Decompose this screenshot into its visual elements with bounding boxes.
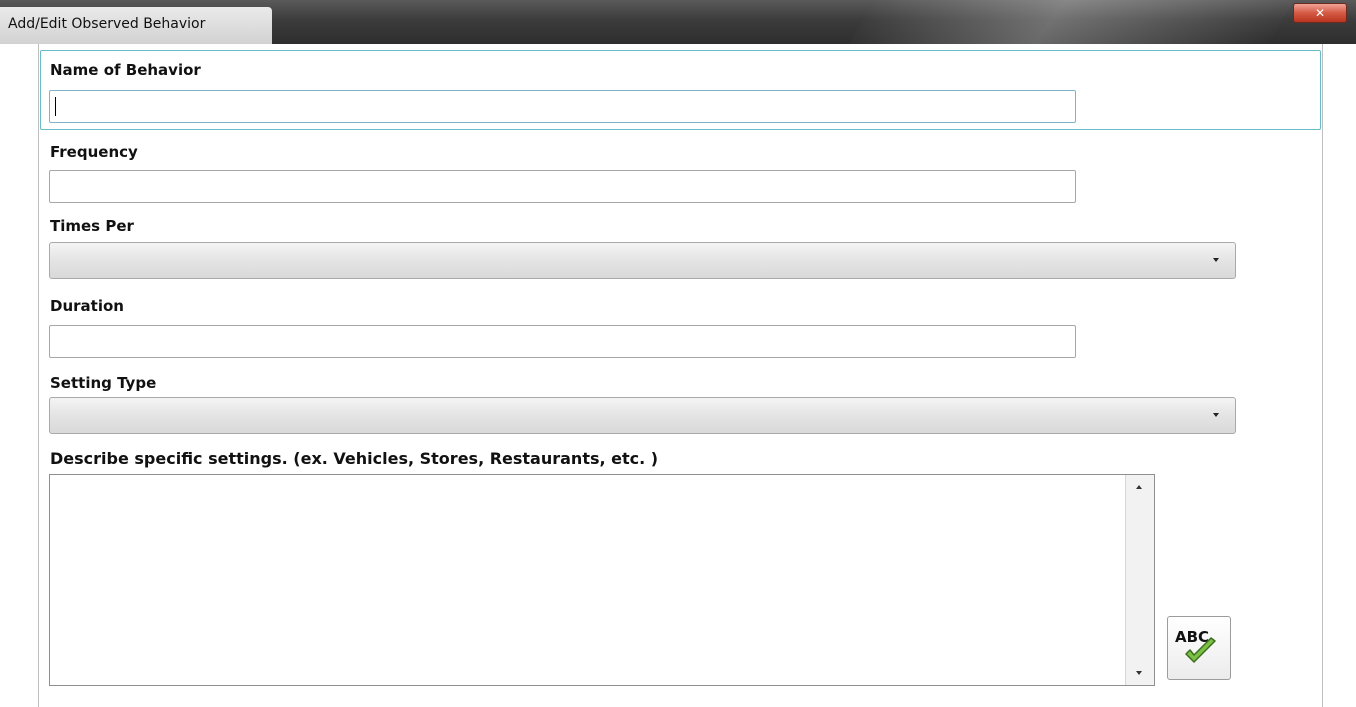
spellcheck-button[interactable]: ABC: [1167, 616, 1231, 680]
specific-settings-label: Describe specific settings. (ex. Vehicle…: [50, 449, 659, 468]
name-of-behavior-input[interactable]: [49, 90, 1076, 123]
frequency-label: Frequency: [50, 143, 138, 161]
setting-type-dropdown[interactable]: [49, 397, 1236, 434]
title-tab: Add/Edit Observed Behavior: [0, 7, 272, 44]
specific-settings-textarea[interactable]: [49, 474, 1155, 686]
scroll-down-icon[interactable]: [1136, 671, 1142, 675]
checkmark-icon: [1185, 637, 1216, 663]
vertical-scrollbar[interactable]: [1125, 475, 1154, 685]
window-title: Add/Edit Observed Behavior: [8, 16, 206, 32]
title-bar-sheen: [834, 0, 1306, 44]
times-per-label: Times Per: [50, 217, 134, 235]
chevron-down-icon: [1213, 413, 1219, 417]
close-icon: ✕: [1314, 6, 1326, 20]
duration-input[interactable]: [49, 325, 1076, 358]
title-bar: Add/Edit Observed Behavior ✕: [0, 0, 1356, 44]
chevron-down-icon: [1213, 258, 1219, 262]
name-of-behavior-label: Name of Behavior: [50, 61, 201, 79]
content-border-right: [1322, 44, 1323, 707]
times-per-dropdown[interactable]: [49, 242, 1236, 279]
setting-type-label: Setting Type: [50, 374, 157, 392]
frequency-input[interactable]: [49, 170, 1076, 203]
duration-label: Duration: [50, 297, 124, 315]
content-border-left: [38, 44, 39, 707]
close-button[interactable]: ✕: [1293, 3, 1347, 23]
scroll-up-icon[interactable]: [1136, 485, 1142, 489]
text-caret: [55, 97, 56, 116]
